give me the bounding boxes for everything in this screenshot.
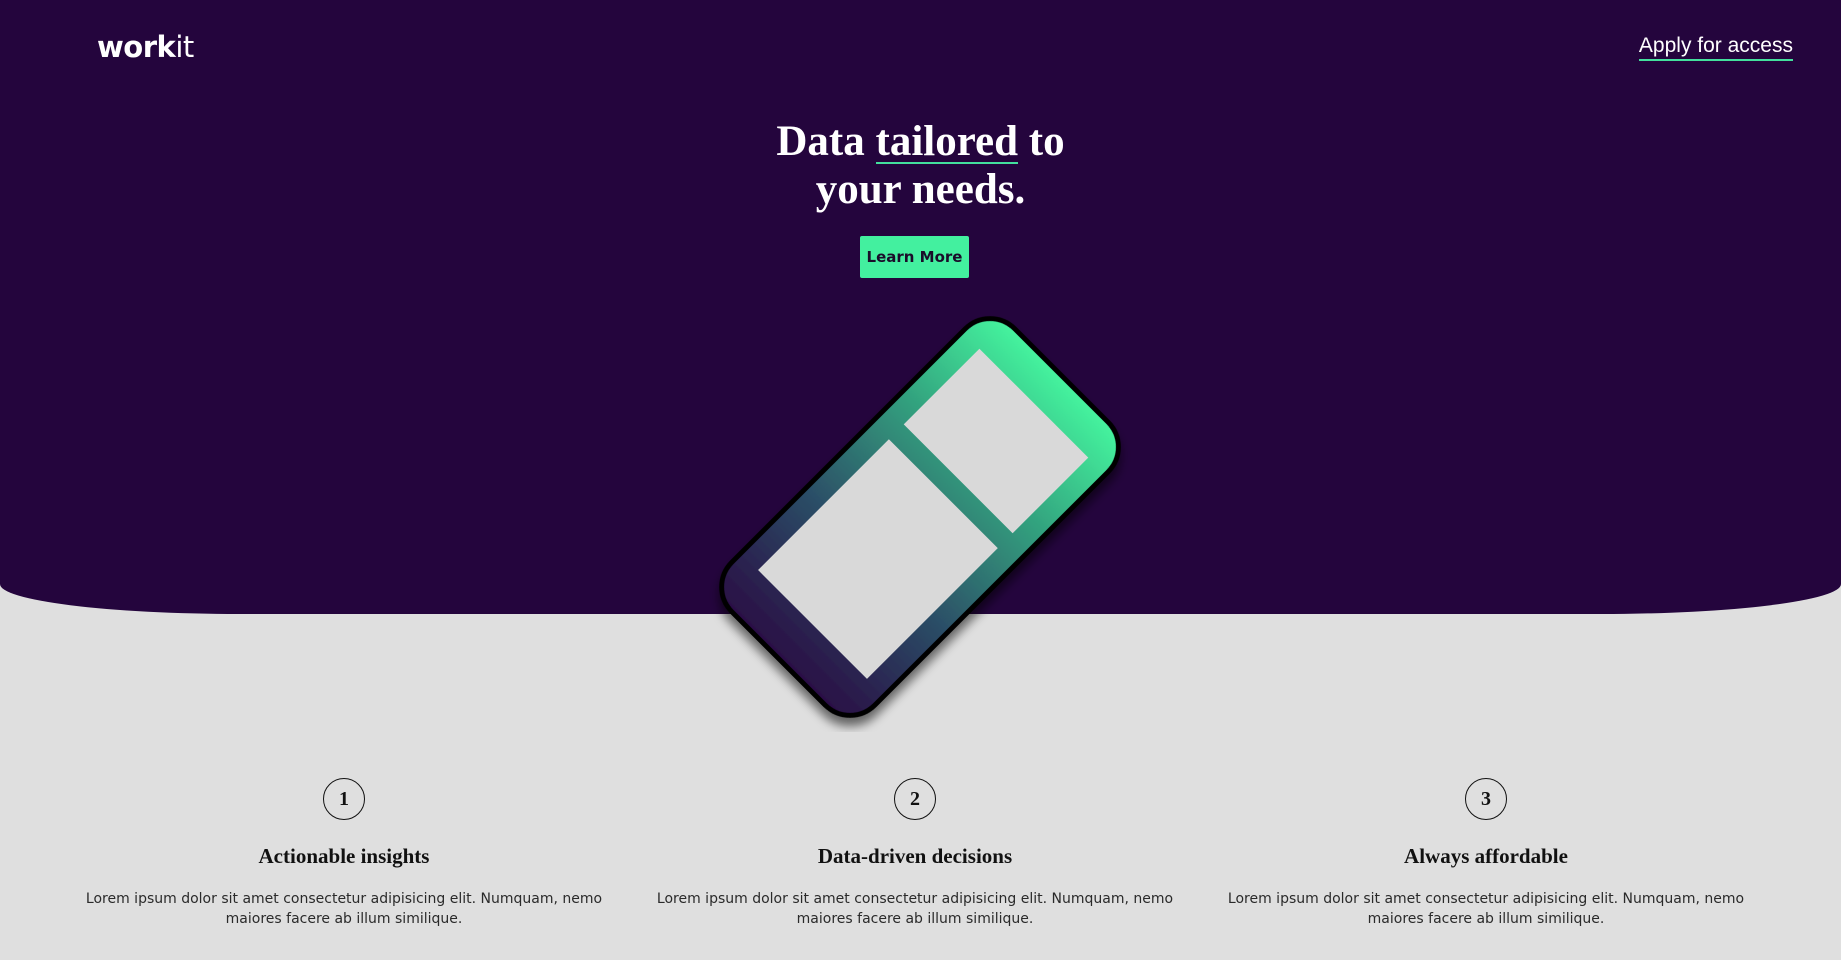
feature-data-driven-decisions: 2 Data-driven decisions Lorem ipsum dolo…: [630, 778, 1200, 929]
logo-word-bold: work: [97, 30, 176, 64]
feature-always-affordable: 3 Always affordable Lorem ipsum dolor si…: [1201, 778, 1771, 929]
headline-highlight: tailored: [875, 118, 1019, 165]
feature-number-badge: 3: [1465, 778, 1507, 820]
phone-illustration: [700, 302, 1140, 732]
feature-title: Data-driven decisions: [817, 844, 1013, 868]
learn-more-button[interactable]: Learn More: [860, 236, 969, 278]
feature-title: Actionable insights: [258, 844, 430, 868]
feature-description: Lorem ipsum dolor sit amet consectetur a…: [656, 891, 1174, 927]
logo-word-light: it: [175, 30, 194, 64]
headline-start: Data: [776, 118, 876, 165]
apply-for-access-link[interactable]: Apply for access: [1638, 34, 1793, 61]
feature-number-badge: 1: [323, 778, 365, 820]
logo[interactable]: workit: [97, 30, 194, 64]
hero-headline: Data tailored to your needs.: [620, 118, 1221, 214]
phone-mockup-icon: [719, 316, 1121, 718]
feature-description: Lorem ipsum dolor sit amet consectetur a…: [1227, 891, 1745, 927]
feature-description: Lorem ipsum dolor sit amet consectetur a…: [85, 891, 603, 927]
headline-end: to: [1018, 118, 1065, 165]
headline-line2: your needs.: [815, 166, 1026, 213]
feature-actionable-insights: 1 Actionable insights Lorem ipsum dolor …: [59, 778, 629, 929]
feature-title: Always affordable: [1404, 844, 1568, 868]
feature-number-badge: 2: [894, 778, 936, 820]
